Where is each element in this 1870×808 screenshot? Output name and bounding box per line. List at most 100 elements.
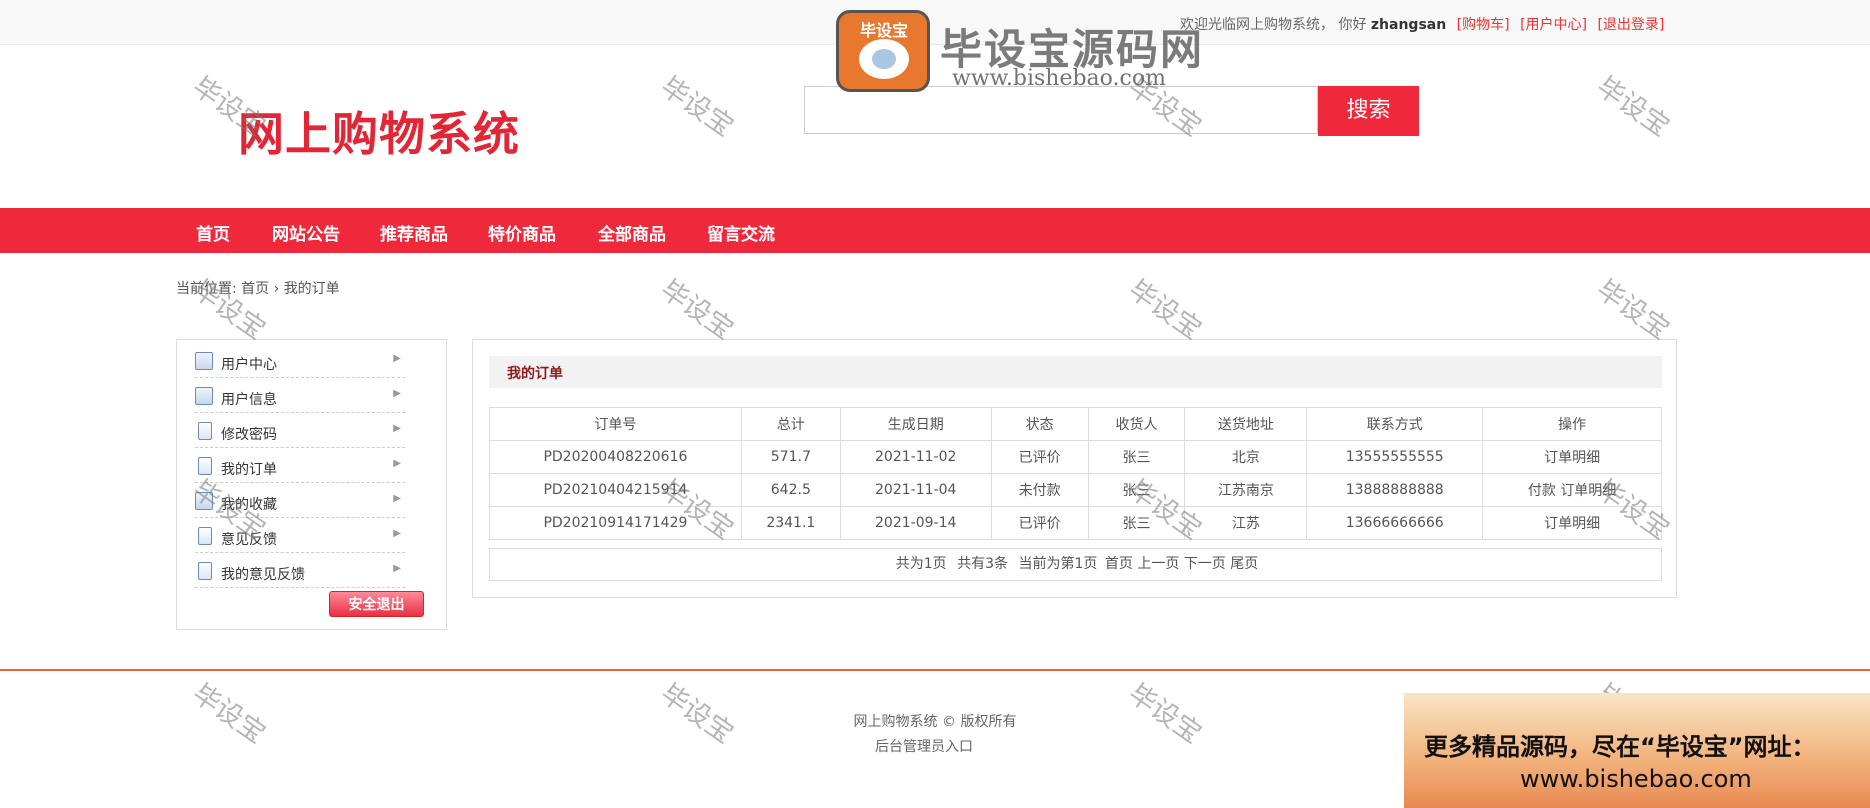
breadcrumb: 当前位置: 首页 › 我的订单 bbox=[176, 278, 340, 298]
logout-link[interactable]: [退出登录] bbox=[1597, 17, 1664, 33]
nav-item-specials[interactable]: 特价商品 bbox=[488, 220, 556, 245]
arrow-right-icon: ▶ bbox=[393, 423, 401, 434]
sidebar-item-label: 我的订单 bbox=[221, 462, 277, 478]
order-detail-link[interactable]: 订单明细 bbox=[1560, 483, 1616, 499]
footer-divider bbox=[0, 669, 1870, 671]
user-card-icon bbox=[195, 352, 213, 370]
cart-link[interactable]: [购物车] bbox=[1457, 17, 1510, 33]
brand-url: www.bishebao.com bbox=[952, 66, 1166, 91]
watermark-text: 毕设宝 bbox=[1590, 71, 1675, 143]
nav-item-all-products[interactable]: 全部商品 bbox=[598, 220, 666, 245]
watermark-text: 毕设宝 bbox=[654, 274, 739, 346]
pager-first[interactable]: 首页 bbox=[1105, 556, 1133, 572]
sidebar-item-favorites[interactable]: 我的收藏 ▶ bbox=[195, 483, 405, 518]
orders-panel-header: 我的订单 bbox=[489, 356, 1662, 388]
promo-line-1: 更多精品源码，尽在“毕设宝”网址： bbox=[1424, 733, 1816, 761]
sidebar-item-my-feedback[interactable]: 我的意见反馈 ▶ bbox=[195, 553, 405, 588]
order-actions: 订单明细 bbox=[1482, 506, 1662, 540]
order-actions: 付款 订单明细 bbox=[1482, 473, 1662, 507]
column-header: 联系方式 bbox=[1306, 407, 1484, 441]
username: zhangsan bbox=[1370, 17, 1447, 33]
orders-table: 订单号 总计 生成日期 状态 收货人 送货地址 联系方式 操作 PD202004… bbox=[489, 407, 1662, 540]
order-id: PD20210404215914 bbox=[489, 473, 742, 507]
arrow-right-icon: ▶ bbox=[393, 458, 401, 469]
search-input[interactable] bbox=[804, 86, 1318, 134]
user-card-icon bbox=[195, 387, 213, 405]
column-header: 生成日期 bbox=[839, 407, 992, 441]
sidebar-item-user-center[interactable]: 用户中心 ▶ bbox=[195, 343, 405, 378]
table-row: PD20210404215914 642.5 2021-11-04 未付款 张三… bbox=[489, 473, 1662, 507]
order-actions: 订单明细 bbox=[1482, 440, 1662, 474]
order-address: 江苏南京 bbox=[1184, 473, 1308, 507]
breadcrumb-prefix: 当前位置: bbox=[176, 281, 237, 297]
watermark-text: 毕设宝 bbox=[1590, 274, 1675, 346]
pager-prev[interactable]: 上一页 bbox=[1137, 556, 1179, 572]
pager-total-pages: 共为1页 bbox=[895, 556, 947, 572]
document-icon bbox=[198, 527, 212, 545]
arrow-right-icon: ▶ bbox=[393, 563, 401, 574]
pager-total-count: 共有3条 bbox=[957, 556, 1009, 572]
order-detail-link[interactable]: 订单明细 bbox=[1544, 450, 1600, 466]
column-header: 状态 bbox=[990, 407, 1089, 441]
sidebar-item-label: 用户信息 bbox=[221, 392, 277, 408]
document-icon bbox=[198, 422, 212, 440]
sidebar-item-label: 我的意见反馈 bbox=[221, 567, 305, 583]
pager-current-page: 当前为第1页 bbox=[1018, 556, 1098, 572]
column-header: 总计 bbox=[740, 407, 841, 441]
table-row: PD20210914171429 2341.1 2021-09-14 已评价 张… bbox=[489, 506, 1662, 540]
sidebar-item-user-info[interactable]: 用户信息 ▶ bbox=[195, 378, 405, 413]
site-logo[interactable]: 网上购物系统 bbox=[238, 98, 520, 164]
arrow-right-icon: ▶ bbox=[393, 353, 401, 364]
order-status: 已评价 bbox=[990, 440, 1089, 474]
nav-item-recommended[interactable]: 推荐商品 bbox=[380, 220, 448, 245]
document-icon bbox=[198, 562, 212, 580]
brand-logo-icon: 毕设宝 bbox=[836, 10, 930, 92]
sidebar-item-my-orders[interactable]: 我的订单 ▶ bbox=[195, 448, 405, 483]
safe-logout-button[interactable]: 安全退出 bbox=[329, 591, 424, 617]
order-phone: 13888888888 bbox=[1306, 473, 1484, 507]
sidebar-item-feedback[interactable]: 意见反馈 ▶ bbox=[195, 518, 405, 553]
order-id: PD20200408220616 bbox=[489, 440, 742, 474]
sidebar-item-label: 意见反馈 bbox=[221, 532, 277, 548]
order-receiver: 张三 bbox=[1087, 440, 1186, 474]
sidebar: 用户中心 ▶ 用户信息 ▶ 修改密码 ▶ 我的订单 ▶ 我的收藏 ▶ 意见反馈 … bbox=[176, 339, 447, 630]
nav-item-messages[interactable]: 留言交流 bbox=[707, 220, 775, 245]
breadcrumb-home[interactable]: 首页 bbox=[241, 281, 269, 297]
breadcrumb-current: 我的订单 bbox=[283, 281, 340, 297]
pager-last[interactable]: 尾页 bbox=[1230, 556, 1258, 572]
watermark-text: 毕设宝 bbox=[654, 71, 739, 143]
watermark-text: 毕设宝 bbox=[1122, 274, 1207, 346]
column-header: 送货地址 bbox=[1184, 407, 1308, 441]
column-header: 操作 bbox=[1482, 407, 1662, 441]
order-total: 571.7 bbox=[740, 440, 841, 474]
main-nav: 首页 网站公告 推荐商品 特价商品 全部商品 留言交流 bbox=[0, 208, 1870, 253]
sidebar-item-label: 修改密码 bbox=[221, 427, 277, 443]
search-button[interactable]: 搜索 bbox=[1318, 86, 1419, 136]
admin-login-link[interactable]: 后台管理员入口 bbox=[875, 735, 973, 760]
promo-banner: 更多精品源码，尽在“毕设宝”网址： www.bishebao.com bbox=[1404, 693, 1870, 808]
sidebar-item-label: 我的收藏 bbox=[221, 497, 277, 513]
pager-next[interactable]: 下一页 bbox=[1184, 556, 1226, 572]
column-header: 收货人 bbox=[1087, 407, 1186, 441]
nav-item-announcements[interactable]: 网站公告 bbox=[272, 220, 340, 245]
column-header: 订单号 bbox=[489, 407, 742, 441]
brand-logo-text: 毕设宝 bbox=[859, 21, 908, 40]
sidebar-item-label: 用户中心 bbox=[221, 357, 277, 373]
order-address: 江苏 bbox=[1184, 506, 1308, 540]
order-id: PD20210914171429 bbox=[489, 506, 742, 540]
order-phone: 13555555555 bbox=[1306, 440, 1484, 474]
order-date: 2021-09-14 bbox=[839, 506, 992, 540]
order-detail-link[interactable]: 订单明细 bbox=[1544, 516, 1600, 532]
sidebar-item-change-password[interactable]: 修改密码 ▶ bbox=[195, 413, 405, 448]
order-phone: 13666666666 bbox=[1306, 506, 1484, 540]
order-status: 未付款 bbox=[990, 473, 1089, 507]
order-total: 642.5 bbox=[740, 473, 841, 507]
welcome-bar: 欢迎光临网上购物系统， 你好 zhangsan [购物车] [用户中心] [退出… bbox=[1180, 14, 1664, 34]
arrow-right-icon: ▶ bbox=[393, 528, 401, 539]
promo-line-2: www.bishebao.com bbox=[1520, 765, 1752, 793]
pay-link[interactable]: 付款 bbox=[1528, 483, 1556, 499]
nav-item-home[interactable]: 首页 bbox=[196, 220, 230, 245]
order-status: 已评价 bbox=[990, 506, 1089, 540]
user-center-link[interactable]: [用户中心] bbox=[1520, 17, 1587, 33]
order-total: 2341.1 bbox=[740, 506, 841, 540]
